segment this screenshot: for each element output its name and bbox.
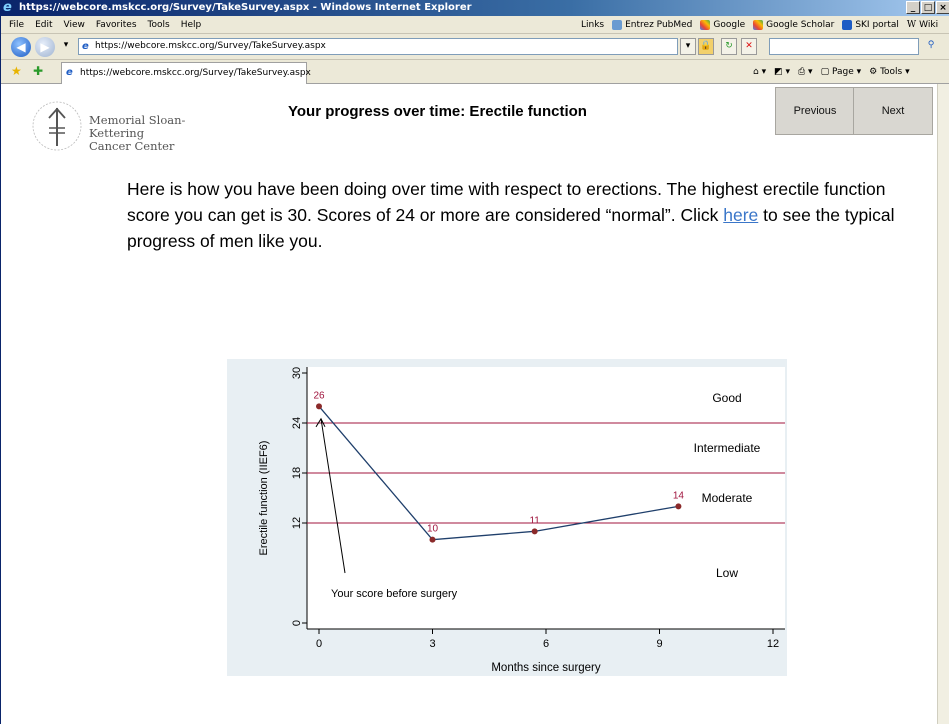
link-entrez-pubmed[interactable]: Entrez PubMed [612,16,692,34]
refresh-button[interactable]: ↻ [721,38,737,55]
wikipedia-icon: W [906,20,917,30]
browser-window: e https://webcore.mskcc.org/Survey/TakeS… [0,0,949,724]
link-ski-portal[interactable]: SKI portal [842,16,899,34]
stop-button[interactable]: ✕ [741,38,757,55]
feeds-icon[interactable]: ◩ ▾ [774,60,790,84]
band-label-good: Good [712,391,741,405]
browser-tab[interactable]: e https://webcore.mskcc.org/Survey/TakeS… [61,62,311,84]
data-label: 10 [427,524,439,535]
annotation-text: Your score before surgery [331,588,458,600]
logo-line-2: Cancer Center [89,139,175,153]
data-label: 26 [313,390,325,401]
page-icon: e [82,41,89,52]
previous-button[interactable]: Previous [775,87,855,135]
links-bar: Links Entrez PubMed Google Google Schola… [581,16,938,34]
add-favorite-icon[interactable]: ✚ [33,64,43,78]
x-tick-label: 6 [543,638,549,650]
links-label: Links [581,20,605,30]
menu-help[interactable]: Help [181,16,202,34]
y-tick-label: 24 [291,417,303,429]
back-button[interactable]: ◀ [11,37,31,57]
favorites-star-icon[interactable]: ★ [11,64,22,78]
tab-title: https://webcore.mskcc.org/Survey/TakeSur… [80,68,311,78]
band-label-intermediate: Intermediate [694,441,761,455]
link-google[interactable]: Google [700,16,745,34]
address-url: https://webcore.mskcc.org/Survey/TakeSur… [95,41,326,51]
menu-view[interactable]: View [64,16,85,34]
search-input[interactable] [769,38,919,55]
x-axis-label: Months since surgery [491,662,601,674]
print-icon[interactable]: ⎙ ▾ [798,60,813,84]
y-tick-label: 12 [291,517,303,529]
data-point [531,528,538,535]
minimize-button[interactable]: _ [906,1,920,14]
ie-page-icon [842,20,853,30]
command-bar: ⌂ ▾ ◩ ▾ ⎙ ▾ ▢ Page ▾ ⚙ Tools ▾ [753,60,910,84]
lock-icon[interactable]: 🔒 [698,38,714,55]
title-bar: e https://webcore.mskcc.org/Survey/TakeS… [1,0,949,16]
y-tick-label: 30 [291,367,303,379]
link-google-scholar[interactable]: Google Scholar [753,16,834,34]
data-point [675,503,682,510]
band-label-moderate: Moderate [702,491,753,505]
link-wiki[interactable]: W Wiki [907,16,938,34]
next-button[interactable]: Next [853,87,933,135]
page-title: Your progress over time: Erectile functi… [288,103,587,120]
search-icon[interactable]: ⚲ [923,38,939,55]
x-tick-label: 12 [767,638,779,650]
maximize-button[interactable]: □ [921,1,935,14]
google-icon [700,20,711,30]
data-point [429,536,436,543]
favorites-bar: ★ ✚ e https://webcore.mskcc.org/Survey/T… [1,60,949,84]
mskcc-seal-icon [32,101,82,151]
google-scholar-icon [753,20,764,30]
window-controls: _ □ × [906,1,949,14]
address-dropdown-button[interactable]: ▾ [680,38,696,55]
y-tick-label: 18 [291,467,303,479]
pubmed-icon [612,20,623,30]
menu-file[interactable]: File [9,16,24,34]
address-toolbar: ◀ ▶ ▾ e https://webcore.mskcc.org/Survey… [1,34,949,60]
menu-edit[interactable]: Edit [35,16,52,34]
data-label: 14 [673,490,685,501]
address-field[interactable]: e https://webcore.mskcc.org/Survey/TakeS… [78,38,678,55]
history-dropdown-button[interactable]: ▾ [58,38,74,55]
forward-button[interactable]: ▶ [35,37,55,57]
window-title: https://webcore.mskcc.org/Survey/TakeSur… [19,2,472,13]
y-axis-label: Erectile function (IIEF6) [258,441,270,556]
y-tick-label: 0 [291,620,303,626]
menu-bar: File Edit View Favorites Tools Help Link… [1,16,949,34]
tab-page-icon: e [66,67,73,78]
mskcc-logo: Memorial Sloan-Kettering Cancer Center [31,96,231,156]
data-label: 11 [529,515,540,526]
tools-menu[interactable]: ⚙ Tools ▾ [869,60,910,84]
logo-line-1: Memorial Sloan-Kettering [89,113,186,140]
chart-svg: 0 3 6 9 12 0 12 18 24 30 Months since surgery Erect… [258,367,785,674]
vertical-scrollbar[interactable] [937,84,949,724]
menu-favorites[interactable]: Favorites [96,16,137,34]
close-button[interactable]: × [936,1,949,14]
ie-logo-icon: e [3,0,12,15]
page-menu[interactable]: ▢ Page ▾ [821,60,862,84]
home-icon[interactable]: ⌂ ▾ [753,60,766,84]
intro-paragraph: Here is how you have been doing over tim… [127,176,927,254]
x-tick-label: 9 [656,638,662,650]
x-tick-label: 0 [316,638,322,650]
x-tick-label: 3 [429,638,435,650]
menu-tools[interactable]: Tools [148,16,170,34]
typical-progress-link[interactable]: here [723,205,758,225]
band-label-low: Low [716,566,738,580]
erectile-function-chart: 0 3 6 9 12 0 12 18 24 30 Months since surgery Erect… [227,359,787,676]
data-point [316,403,322,410]
